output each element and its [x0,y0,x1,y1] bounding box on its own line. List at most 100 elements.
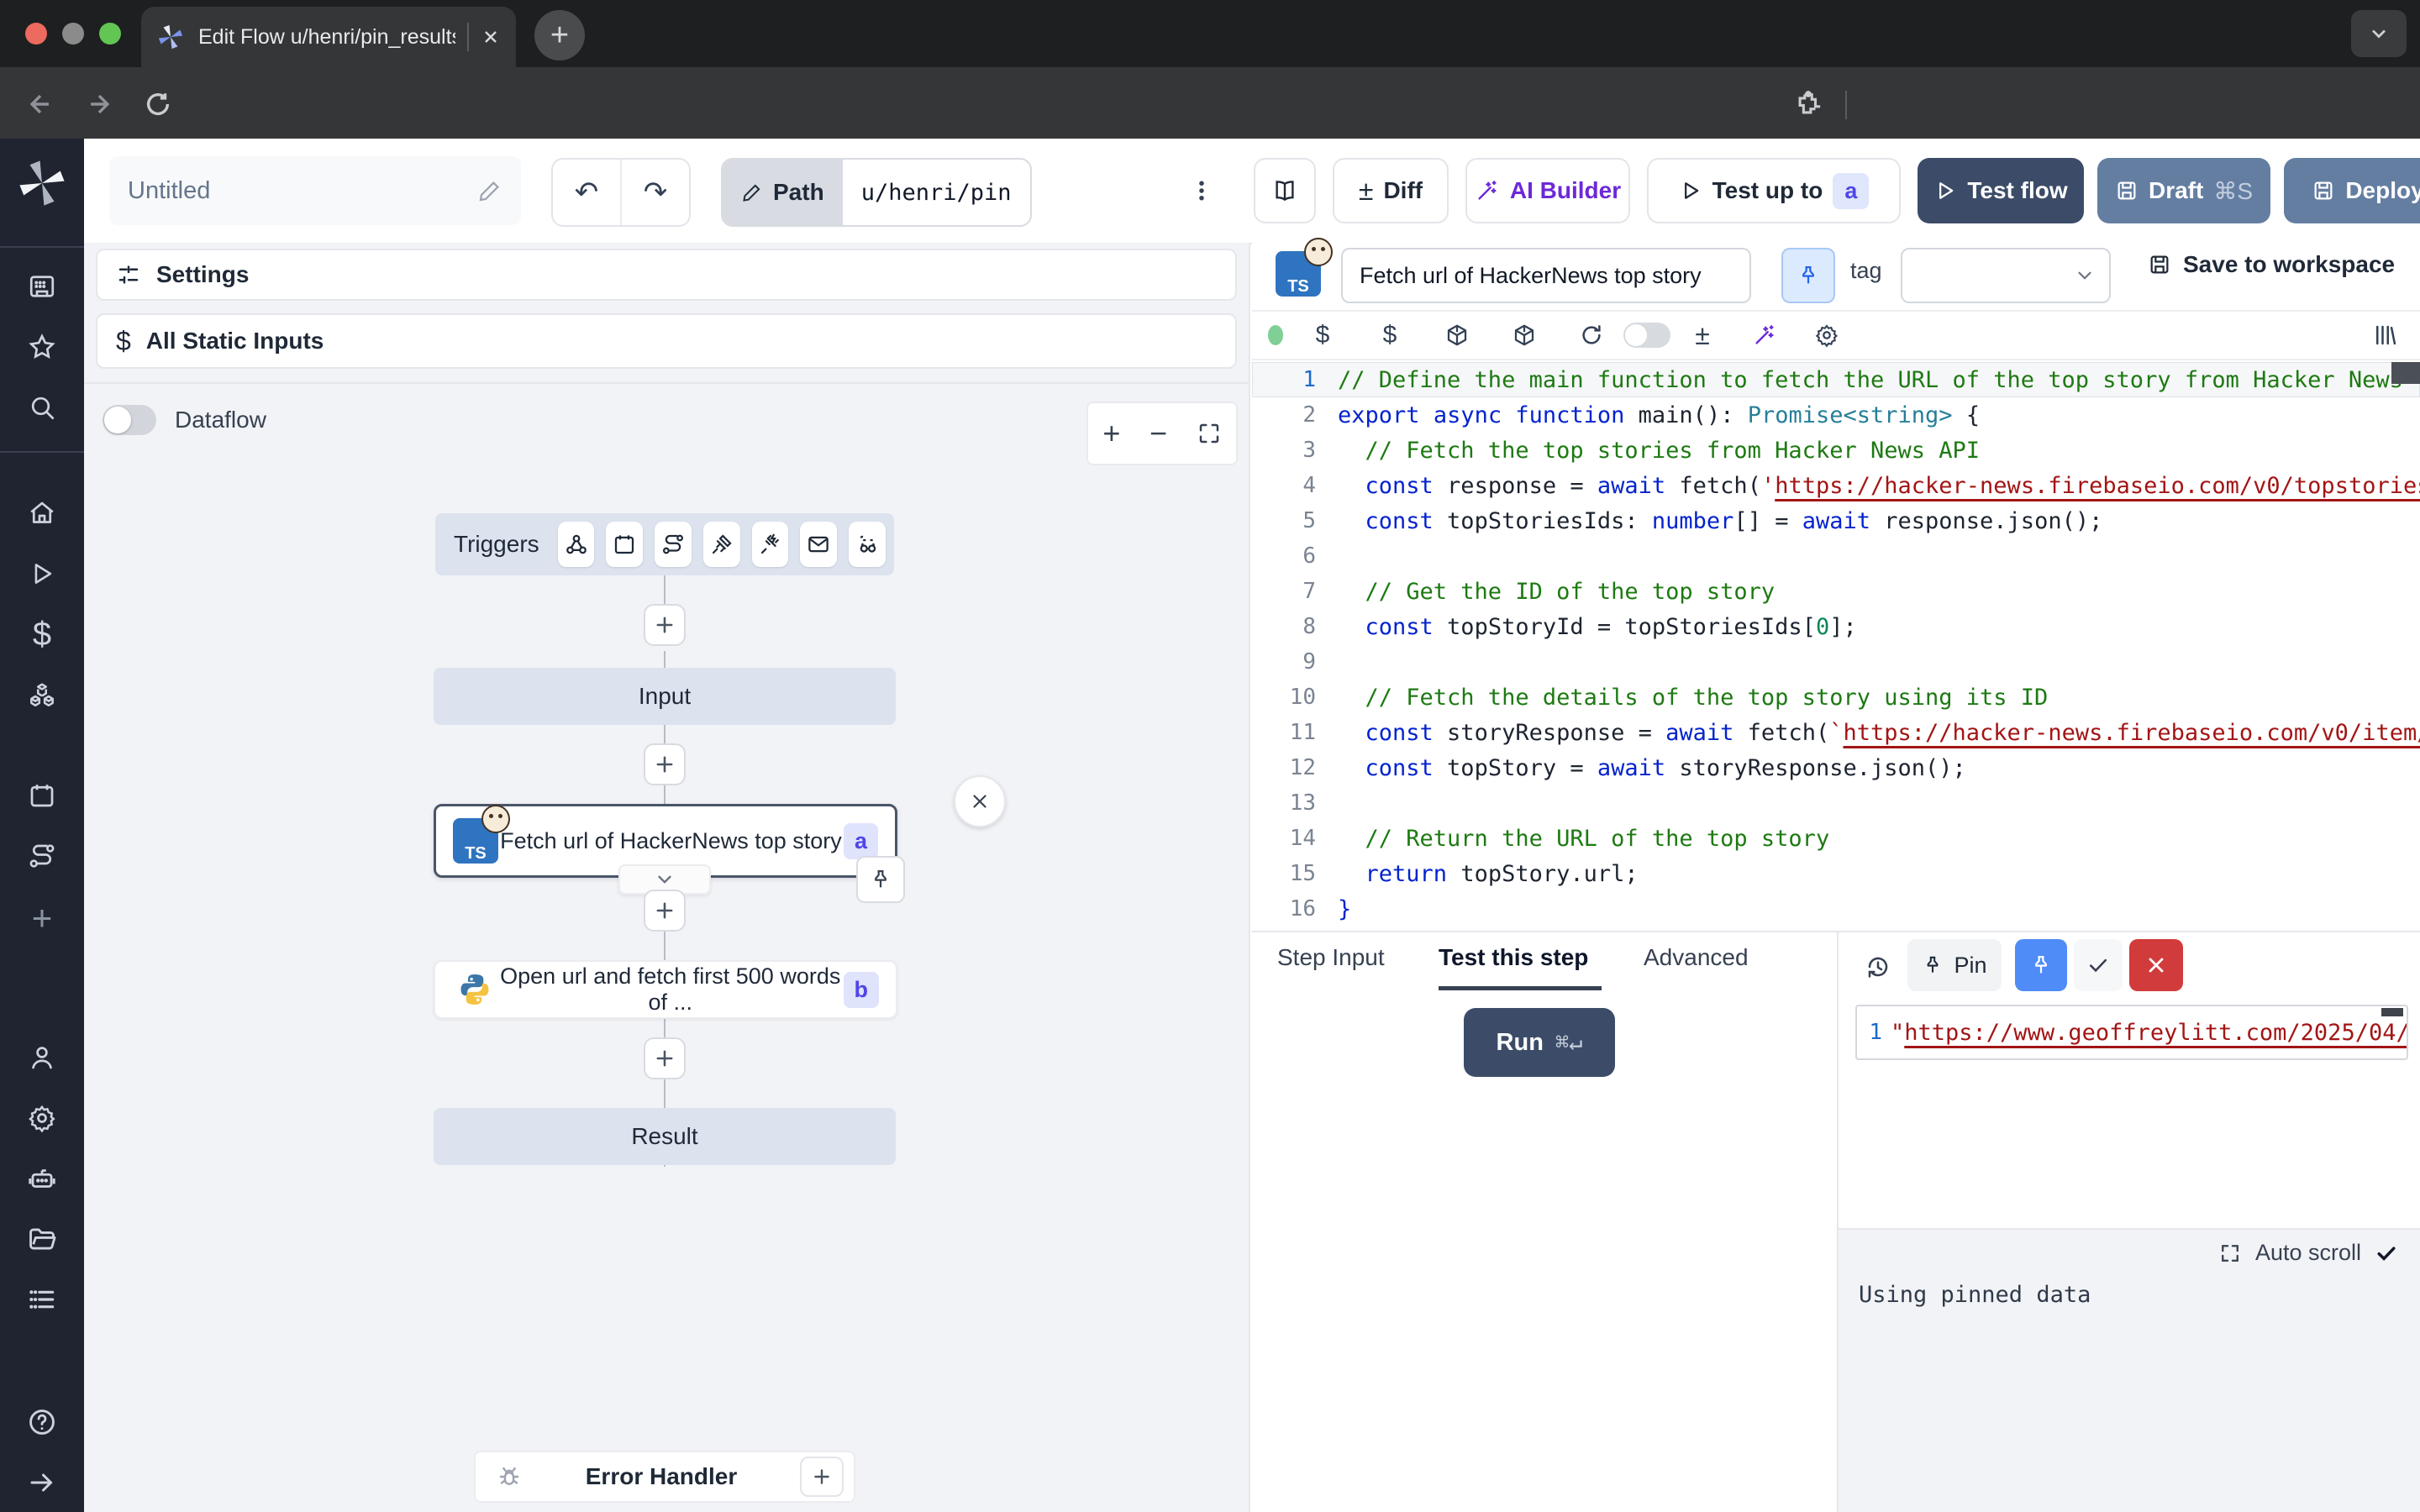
zoom-out-button[interactable]: − [1150,416,1167,451]
run-button[interactable]: Run ⌘↵ [1464,1008,1615,1077]
extensions-icon[interactable] [1790,86,1827,123]
new-tab-button[interactable]: + [534,10,585,60]
save-to-workspace-button[interactable]: Save to workspace [2148,251,2395,278]
add-step-button[interactable] [644,890,686,932]
redo-button[interactable]: ↷ [622,160,689,225]
ai-wand-icon[interactable] [1741,312,1788,359]
package-icon[interactable] [1501,312,1548,359]
kafka-plug-zap-trigger-icon[interactable] [752,522,789,567]
zoom-in-button[interactable]: + [1102,416,1120,451]
folders-icon[interactable] [0,1215,84,1263]
input-node[interactable]: Input [434,668,896,725]
favorites-star-icon[interactable] [0,323,84,370]
add-error-handler-button[interactable] [800,1457,844,1497]
add-step-button[interactable] [644,1037,686,1079]
tab-close-icon[interactable] [481,27,501,47]
minimize-window-button[interactable] [62,23,84,45]
package-icon[interactable] [1434,312,1481,359]
clear-pin-button[interactable] [2129,939,2183,991]
settings-gear-icon[interactable] [0,1095,84,1142]
error-handler-node[interactable]: Error Handler [474,1451,855,1503]
diff-mode-toggle[interactable] [1623,323,1670,348]
ai-builder-button[interactable]: AI Builder [1465,158,1630,223]
editor-settings-gear-icon[interactable] [1803,312,1850,359]
webhook-trigger-icon[interactable] [558,522,595,567]
resources-cubes-icon[interactable] [0,673,84,720]
forward-icon[interactable] [81,86,118,123]
maximize-window-button[interactable] [99,23,121,45]
routes-icon[interactable] [0,832,84,879]
path-edit-button[interactable]: Path [723,160,843,225]
fullscreen-button[interactable] [1197,421,1222,446]
email-trigger-icon[interactable] [800,522,837,567]
code-editor[interactable]: 1// Define the main function to fetch th… [1252,362,2420,931]
flow-name: Untitled [128,177,477,205]
pin-button[interactable]: Pin [1907,939,2002,991]
expand-sidebar-arrow-icon[interactable] [0,1459,84,1506]
add-plus-icon[interactable]: + [0,895,84,942]
route-trigger-icon[interactable] [655,522,692,567]
diff-button[interactable]: ± Diff [1333,158,1449,223]
close-window-button[interactable] [25,23,47,45]
edit-pencil-icon[interactable] [477,178,502,203]
draft-button[interactable]: Draft ⌘S [2097,158,2270,223]
logs-list-icon[interactable] [0,1276,84,1323]
path-button-group[interactable]: Path u/henri/pin [721,158,1032,227]
settings-card[interactable]: Settings [96,249,1237,301]
tab-search-chevron-button[interactable] [2351,10,2407,57]
workers-robot-icon[interactable] [0,1155,84,1202]
delete-step-button[interactable] [954,775,1006,827]
result-node[interactable]: Result [434,1108,896,1165]
search-icon[interactable] [0,384,84,431]
step-badge: a [1833,173,1869,209]
back-icon[interactable] [22,86,59,123]
toolbar-divider [1845,91,1847,119]
deploy-button[interactable]: Deploy [2284,158,2420,223]
windmill-logo[interactable] [0,160,84,207]
variables-dollar-icon[interactable]: $ [1299,312,1346,359]
reload-icon[interactable] [1568,312,1615,359]
all-static-inputs-card[interactable]: $ All Static Inputs [96,313,1237,369]
plus-minus-icon[interactable]: ± [1679,312,1726,359]
pinned-active-button[interactable] [2015,939,2067,991]
undo-button[interactable]: ↶ [553,160,622,225]
apps-icon[interactable] [0,263,84,310]
add-step-button[interactable] [644,743,686,785]
users-icon[interactable] [0,1034,84,1081]
pin-toggle-button[interactable] [1781,248,1835,303]
resources-dollar-icon[interactable]: $ [1366,312,1413,359]
step-title-input[interactable]: Fetch url of HackerNews top story [1341,248,1751,303]
test-flow-button[interactable]: Test flow [1918,158,2084,223]
schedules-calendar-icon[interactable] [0,772,84,819]
library-icon[interactable] [2361,312,2408,359]
test-up-to-button[interactable]: Test up to a [1647,158,1901,223]
more-options-kebab-icon[interactable] [1176,164,1227,218]
history-icon[interactable] [1859,948,1897,986]
dataflow-toggle[interactable] [103,405,156,435]
auto-scroll-control[interactable]: Auto scroll [2218,1240,2398,1266]
flow-name-field[interactable]: Untitled [109,156,521,225]
dollar-icon: $ [116,326,131,357]
reload-icon[interactable] [139,86,176,123]
node-pin-button[interactable] [856,856,905,903]
step-node-b[interactable]: Open url and fetch first 500 words of ..… [434,960,897,1019]
tab-advanced[interactable]: Advanced [1644,944,1749,971]
tag-select[interactable] [1901,248,2111,303]
schedule-trigger-icon[interactable] [606,522,643,567]
add-step-button[interactable] [644,604,686,646]
docs-book-button[interactable] [1254,158,1316,223]
poll-watch-trigger-icon[interactable] [849,522,886,567]
chevron-down-icon [2074,265,2096,286]
browser-tab[interactable]: Edit Flow u/henri/pin_results [141,7,516,67]
help-icon[interactable] [0,1399,84,1446]
tab-test-this-step[interactable]: Test this step [1439,944,1588,971]
accept-check-button[interactable] [2074,939,2123,991]
websocket-plug-trigger-icon[interactable] [703,522,740,567]
home-icon[interactable] [0,490,84,537]
triggers-node[interactable]: Triggers [435,513,894,575]
variables-dollar-icon[interactable]: $ [0,611,84,658]
runs-play-icon[interactable] [0,550,84,597]
tab-step-input[interactable]: Step Input [1277,944,1385,971]
pinned-data-editor[interactable]: 1"https://www.geoffreylitt.com/2025/04/1… [1855,1005,2408,1060]
flow-graph-panel: Settings $ All Static Inputs Dataflow + … [84,243,1250,1512]
